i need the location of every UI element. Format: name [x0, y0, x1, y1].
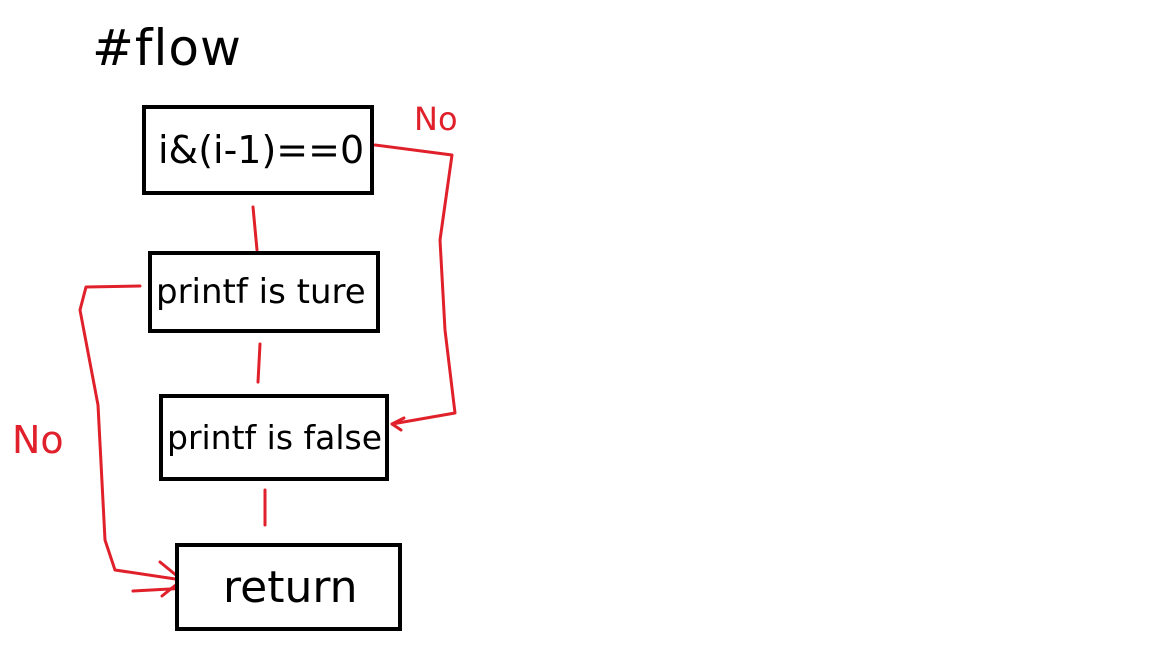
- true-branch-no-label: No: [12, 418, 64, 462]
- true-branch-node: printf is ture: [148, 251, 380, 333]
- edge-condition-no-to-false: [373, 143, 457, 426]
- false-branch-node: printf is false: [159, 394, 389, 481]
- return-node: return: [175, 543, 402, 631]
- condition-node-label: i&(i-1)==0: [158, 128, 365, 172]
- false-branch-node-label: printf is false: [167, 418, 382, 457]
- true-branch-node-label: printf is ture: [156, 272, 366, 312]
- edge-condition-to-true: [251, 205, 259, 252]
- diagram-title: #flow: [92, 19, 242, 77]
- return-node-label: return: [223, 561, 358, 613]
- flowchart-canvas: #flow i&(i-1)==0 printf is ture printf i…: [0, 0, 1152, 648]
- condition-node: i&(i-1)==0: [142, 105, 374, 195]
- edge-true-to-false: [256, 342, 262, 384]
- condition-no-label: No: [414, 100, 458, 138]
